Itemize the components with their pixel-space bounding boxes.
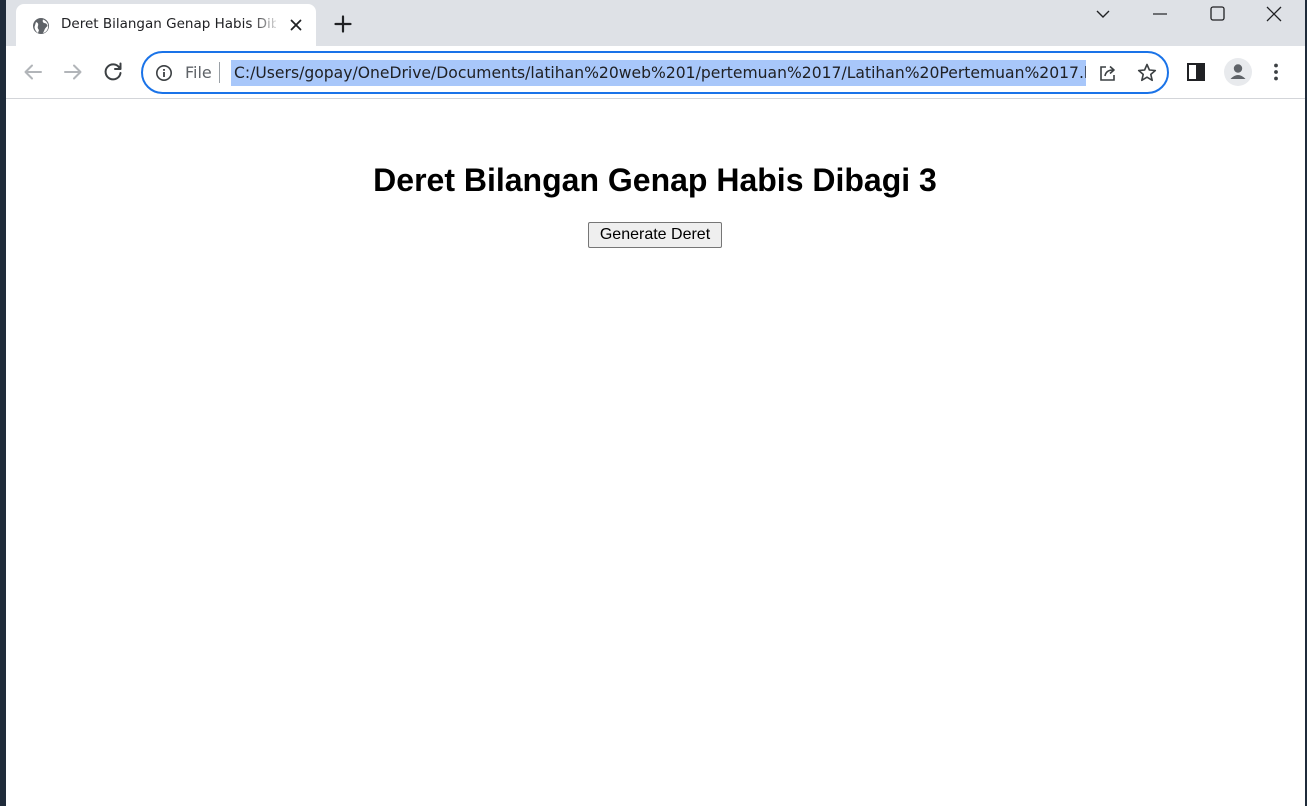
profile-avatar-icon[interactable]: [1223, 57, 1253, 87]
page-heading: Deret Bilangan Genap Habis Dibagi 3: [373, 162, 937, 198]
share-icon[interactable]: [1097, 62, 1119, 84]
scheme-divider: [219, 62, 220, 83]
globe-icon: [32, 17, 50, 35]
back-arrow-icon[interactable]: [20, 59, 46, 85]
scheme-label: File: [185, 63, 212, 82]
tab-strip: Deret Bilangan Genap Habis Dibagi 3: [6, 0, 1307, 46]
tab-search-chevron-icon[interactable]: [1085, 2, 1121, 26]
address-bar[interactable]: File C:/Users/gopay/OneDrive/Documents/l…: [141, 51, 1169, 94]
close-window-icon[interactable]: [1256, 2, 1292, 26]
info-icon[interactable]: [155, 64, 173, 82]
page-content: Deret Bilangan Genap Habis Dibagi 3 Gene…: [6, 100, 1307, 806]
minimize-icon[interactable]: [1142, 2, 1178, 26]
tab-title-fade: [251, 12, 281, 36]
close-tab-icon[interactable]: [286, 15, 306, 35]
reload-icon[interactable]: [100, 59, 126, 85]
bookmark-star-icon[interactable]: [1136, 62, 1158, 84]
tab-title: Deret Bilangan Genap Habis Dibagi 3: [61, 16, 276, 32]
browser-window: Deret Bilangan Genap Habis Dibagi 3: [6, 0, 1307, 806]
maximize-icon[interactable]: [1199, 2, 1235, 26]
active-tab[interactable]: Deret Bilangan Genap Habis Dibagi 3: [16, 4, 316, 46]
menu-kebab-icon[interactable]: [1263, 59, 1289, 85]
forward-arrow-icon[interactable]: [60, 59, 86, 85]
side-panel-icon[interactable]: [1183, 59, 1209, 85]
url-text[interactable]: C:/Users/gopay/OneDrive/Documents/latiha…: [231, 60, 1086, 86]
generate-deret-button[interactable]: Generate Deret: [588, 222, 722, 248]
browser-toolbar: File C:/Users/gopay/OneDrive/Documents/l…: [6, 46, 1307, 99]
new-tab-plus-icon[interactable]: [331, 12, 355, 36]
